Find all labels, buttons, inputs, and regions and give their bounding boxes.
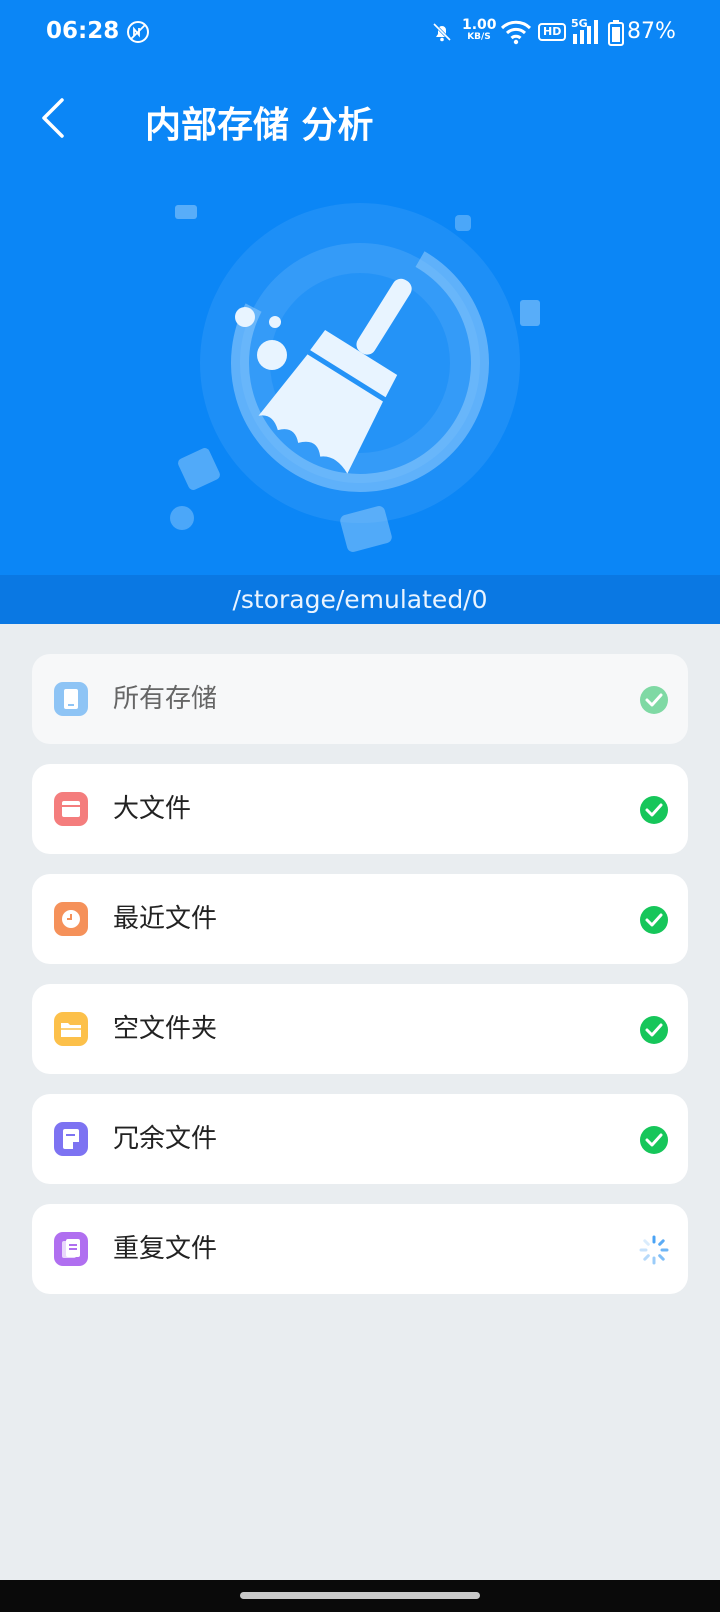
copy-icon (54, 1232, 88, 1266)
document-icon (54, 1122, 88, 1156)
check-icon (640, 686, 668, 714)
list-item-label: 所有存储 (113, 684, 218, 714)
list-item-all-storage[interactable]: 所有存储 (32, 654, 688, 744)
open-folder-icon (54, 1012, 88, 1046)
nfc-icon (127, 21, 149, 43)
page-title: 内部存储 分析 (145, 105, 374, 146)
list-item-label: 最近文件 (113, 904, 218, 934)
battery-percent: 87% (627, 19, 676, 44)
analysis-list: 所有存储 大文件 最近文件 空文件夹 冗余文件 重复文件 (32, 654, 688, 1314)
status-bar: 06:28 1.00 KB/S HD 5G 87% (0, 0, 720, 66)
loading-spinner-icon (639, 1235, 669, 1265)
hero-header: 06:28 1.00 KB/S HD 5G 87% 内部存储 分析 /stora… (0, 0, 720, 624)
speed-value: 1.00 (462, 17, 497, 33)
phone-icon (54, 682, 88, 716)
speed-unit: KB/S (467, 32, 491, 42)
signal-icon (573, 20, 598, 44)
network-speed: 1.00 KB/S (462, 17, 497, 42)
check-icon (640, 796, 668, 824)
check-icon (640, 906, 668, 934)
cleaning-broom-illustration (170, 203, 540, 552)
check-icon (640, 1126, 668, 1154)
list-item-duplicate-files[interactable]: 重复文件 (32, 1204, 688, 1294)
list-item-large-files[interactable]: 大文件 (32, 764, 688, 854)
wifi-icon (500, 20, 532, 45)
list-item-label: 空文件夹 (113, 1014, 218, 1044)
back-icon[interactable] (36, 96, 70, 140)
folder-icon (54, 792, 88, 826)
hd-badge: HD (538, 23, 567, 41)
status-time: 06:28 (46, 18, 120, 44)
storage-path: /storage/emulated/0 (0, 575, 720, 624)
home-gesture-handle[interactable] (240, 1592, 480, 1599)
list-item-label: 大文件 (113, 794, 192, 824)
list-item-label: 重复文件 (113, 1234, 218, 1264)
mute-bell-icon (432, 22, 452, 42)
clock-icon (54, 902, 88, 936)
list-item-redundant-files[interactable]: 冗余文件 (32, 1094, 688, 1184)
check-icon (640, 1016, 668, 1044)
list-item-label: 冗余文件 (113, 1124, 218, 1154)
battery-icon (608, 20, 624, 46)
navigation-bar (0, 1580, 720, 1612)
list-item-recent-files[interactable]: 最近文件 (32, 874, 688, 964)
list-item-empty-folders[interactable]: 空文件夹 (32, 984, 688, 1074)
